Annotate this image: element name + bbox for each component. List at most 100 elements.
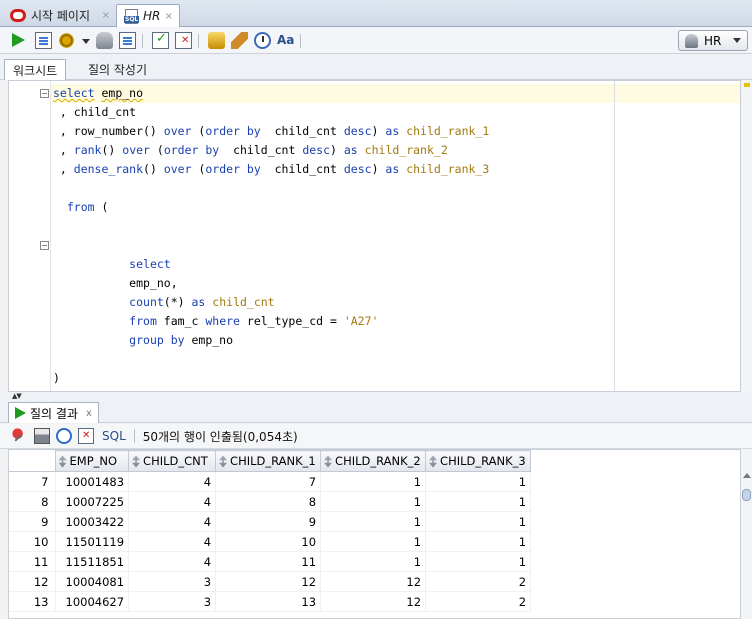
warning-marker[interactable] bbox=[744, 83, 750, 87]
code-token: as bbox=[191, 295, 206, 309]
table-cell[interactable]: 10007225 bbox=[55, 491, 130, 512]
table-cell[interactable]: 4 bbox=[128, 471, 217, 492]
code-token: emp_no bbox=[184, 333, 234, 347]
column-header-label: CHILD_RANK_1 bbox=[230, 454, 316, 468]
table-cell[interactable]: 11511851 bbox=[55, 551, 130, 572]
column-header-emp-no[interactable]: EMP_NO bbox=[54, 450, 130, 472]
code-token: ) bbox=[371, 124, 386, 138]
table-cell[interactable]: 7 bbox=[215, 471, 322, 492]
tab-hr-worksheet[interactable]: HR × bbox=[116, 4, 180, 27]
table-cell[interactable]: 11501119 bbox=[55, 531, 130, 552]
table-cell[interactable]: 2 bbox=[425, 591, 532, 612]
scroll-thumb[interactable] bbox=[742, 489, 751, 501]
table-row[interactable]: 12 10004081 3 12 12 2 bbox=[9, 571, 532, 592]
table-cell[interactable]: 1 bbox=[425, 491, 532, 512]
tab-start-page[interactable]: 시작 페이지 × bbox=[4, 4, 116, 27]
grid-scrollbar[interactable] bbox=[741, 449, 752, 619]
code-token: dense_rank bbox=[73, 162, 144, 176]
column-header-child-cnt[interactable]: CHILD_CNT bbox=[128, 450, 217, 472]
table-cell[interactable]: 1 bbox=[425, 531, 532, 552]
sql-history-icon[interactable] bbox=[208, 32, 225, 49]
tab-query-result[interactable]: 질의 결과 x bbox=[8, 402, 99, 423]
run-statement-icon[interactable] bbox=[12, 33, 25, 47]
tab-worksheet[interactable]: 워크시트 bbox=[4, 59, 67, 80]
table-cell[interactable]: 1 bbox=[320, 491, 427, 512]
editor-results-splitter[interactable]: ▲▼ bbox=[0, 392, 752, 400]
table-cell[interactable]: 11 bbox=[215, 551, 322, 572]
table-cell[interactable]: 4 bbox=[128, 511, 217, 532]
autotrace-icon[interactable] bbox=[58, 32, 75, 49]
table-cell[interactable]: 1 bbox=[320, 471, 427, 492]
table-cell[interactable]: 12 bbox=[320, 571, 427, 592]
row-number-cell: 8 bbox=[9, 491, 56, 512]
fold-collapse-icon[interactable]: − bbox=[40, 241, 49, 250]
clear-icon[interactable] bbox=[231, 32, 248, 49]
sql-link[interactable]: SQL bbox=[102, 429, 126, 443]
editor-scrollbar[interactable] bbox=[742, 80, 752, 392]
table-row[interactable]: 9 10003422 4 9 1 1 bbox=[9, 511, 532, 532]
explain-plan-icon[interactable] bbox=[96, 32, 113, 49]
commit-icon[interactable] bbox=[152, 31, 169, 49]
table-cell[interactable]: 3 bbox=[128, 591, 217, 612]
scroll-up-icon[interactable] bbox=[743, 473, 751, 478]
sql-editor[interactable]: − − select emp_no , child_cnt , row_numb… bbox=[8, 80, 741, 392]
connection-select[interactable]: HR bbox=[678, 30, 748, 51]
splitter-arrows-icon[interactable]: ▲▼ bbox=[12, 392, 22, 400]
table-cell[interactable]: 4 bbox=[128, 531, 217, 552]
table-row[interactable]: 11 11511851 4 11 1 1 bbox=[9, 551, 532, 572]
table-row[interactable]: 8 10007225 4 8 1 1 bbox=[9, 491, 532, 512]
table-cell[interactable]: 1 bbox=[425, 471, 532, 492]
table-cell[interactable]: 4 bbox=[128, 551, 217, 572]
worksheet-toolbar: Aa HR bbox=[0, 27, 752, 54]
table-cell[interactable]: 1 bbox=[320, 531, 427, 552]
table-cell[interactable]: 1 bbox=[320, 551, 427, 572]
rollback-icon[interactable] bbox=[175, 32, 192, 49]
table-row[interactable]: 10 11501119 4 10 1 1 bbox=[9, 531, 532, 552]
table-cell[interactable]: 12 bbox=[320, 591, 427, 612]
table-cell[interactable]: 4 bbox=[128, 491, 217, 512]
table-row[interactable]: 13 10004627 3 13 12 2 bbox=[9, 591, 532, 612]
table-cell[interactable]: 1 bbox=[320, 511, 427, 532]
pin-icon[interactable] bbox=[12, 428, 28, 444]
column-header-child-rank-3[interactable]: CHILD_RANK_3 bbox=[425, 450, 532, 472]
code-token: ( bbox=[94, 200, 109, 214]
table-cell[interactable]: 1 bbox=[425, 551, 532, 572]
table-cell[interactable]: 1 bbox=[425, 511, 532, 532]
table-cell[interactable]: 9 bbox=[215, 511, 322, 532]
table-cell[interactable]: 12 bbox=[215, 571, 322, 592]
print-icon[interactable] bbox=[34, 428, 50, 444]
code-token: () bbox=[143, 162, 164, 176]
table-cell[interactable]: 2 bbox=[425, 571, 532, 592]
tab-query-builder[interactable]: 질의 작성기 bbox=[80, 59, 155, 80]
table-cell[interactable]: 3 bbox=[128, 571, 217, 592]
close-icon[interactable]: × bbox=[165, 11, 173, 22]
code-token: select bbox=[53, 86, 95, 100]
toolbar-separator bbox=[300, 34, 301, 48]
code-line: from ( bbox=[53, 198, 489, 217]
delete-icon[interactable] bbox=[78, 428, 94, 444]
column-header-child-rank-2[interactable]: CHILD_RANK_2 bbox=[320, 450, 427, 472]
table-cell[interactable]: 13 bbox=[215, 591, 322, 612]
run-script-icon[interactable] bbox=[35, 32, 52, 49]
row-number-cell: 7 bbox=[9, 471, 56, 492]
change-case-icon[interactable]: Aa bbox=[277, 33, 294, 50]
chevron-down-icon[interactable] bbox=[82, 39, 90, 44]
refresh-icon[interactable] bbox=[56, 428, 72, 444]
sort-icon bbox=[219, 455, 228, 468]
table-cell[interactable]: 10004627 bbox=[55, 591, 130, 612]
table-cell[interactable]: 10004081 bbox=[55, 571, 130, 592]
table-cell[interactable]: 10 bbox=[215, 531, 322, 552]
fold-collapse-icon[interactable]: − bbox=[40, 89, 49, 98]
table-cell[interactable]: 10001483 bbox=[55, 471, 130, 492]
history-clock-icon[interactable] bbox=[254, 32, 271, 49]
results-grid[interactable]: EMP_NO CHILD_CNT CHILD_RANK_1 CHILD_RANK… bbox=[8, 449, 741, 619]
table-cell[interactable]: 8 bbox=[215, 491, 322, 512]
close-icon[interactable]: x bbox=[86, 408, 92, 419]
table-row[interactable]: 7 10001483 4 7 1 1 bbox=[9, 471, 532, 492]
column-header-child-rank-1[interactable]: CHILD_RANK_1 bbox=[215, 450, 322, 472]
table-cell[interactable]: 10003422 bbox=[55, 511, 130, 532]
code-line: count(*) as child_cnt bbox=[53, 293, 489, 312]
sql-tuning-advisor-icon[interactable] bbox=[119, 32, 136, 49]
close-icon[interactable]: × bbox=[102, 10, 110, 21]
